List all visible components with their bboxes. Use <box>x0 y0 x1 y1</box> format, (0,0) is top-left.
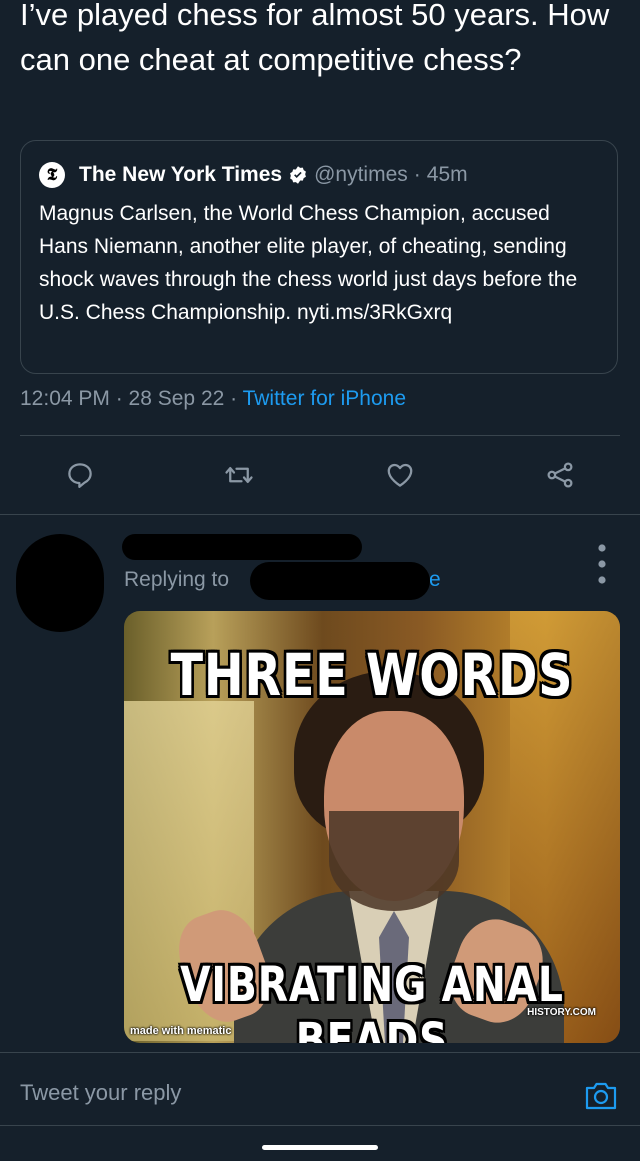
redacted-author-name <box>122 534 362 560</box>
replied-handle[interactable]: e <box>429 568 441 592</box>
meme-top-text: THREE WORDS <box>170 641 574 709</box>
meme-image[interactable]: THREE WORDS VIBRATING ANAL BEADS HISTORY… <box>124 611 620 1043</box>
quoted-tweet-card[interactable]: 𝕿 The New York Times @nytimes · 45m Magn… <box>20 140 618 374</box>
replying-to-label: Replying to <box>124 568 230 591</box>
share-icon <box>547 462 573 488</box>
replying-to-line: Replying to e <box>124 568 441 592</box>
reply-tweet[interactable]: Replying to e THREE WORDS VIBRATING ANAL… <box>0 518 640 1048</box>
verified-badge-icon <box>290 166 307 184</box>
tweet-text: I’ve played chess for almost 50 years. H… <box>20 0 610 77</box>
meme-watermark: HISTORY.COM <box>527 1007 596 1018</box>
quoted-author-name[interactable]: The New York Times <box>79 163 282 187</box>
quoted-timestamp[interactable]: 45m <box>427 163 468 187</box>
quoted-handle[interactable]: @nytimes <box>314 163 408 187</box>
share-button[interactable] <box>539 454 581 496</box>
reply-icon <box>68 463 92 488</box>
redacted-avatar <box>16 534 104 632</box>
divider <box>0 1125 640 1126</box>
separator-dot: · <box>413 163 421 186</box>
redacted-replied-handle <box>250 562 430 600</box>
tweet-source-link[interactable]: Twitter for iPhone <box>243 387 406 410</box>
like-button[interactable] <box>379 454 421 496</box>
retweet-button[interactable] <box>218 454 260 496</box>
quoted-tweet-body: Magnus Carlsen, the World Chess Champion… <box>39 202 578 324</box>
camera-icon[interactable] <box>584 1079 618 1111</box>
divider <box>0 514 640 515</box>
reply-input[interactable]: Tweet your reply <box>20 1080 181 1106</box>
nyt-logo-icon[interactable]: 𝕿 <box>39 162 65 188</box>
quoted-tweet-header: 𝕿 The New York Times @nytimes · 45m <box>39 160 468 190</box>
meme-credit: made with mematic <box>130 1025 232 1037</box>
more-options-icon[interactable] <box>592 542 612 586</box>
divider <box>0 1052 640 1053</box>
reply-button[interactable] <box>59 454 101 496</box>
home-indicator[interactable] <box>262 1145 378 1150</box>
divider <box>20 435 620 436</box>
heart-icon <box>387 463 413 487</box>
retweet-icon <box>225 467 253 483</box>
tweet-action-bar <box>0 454 640 496</box>
tweet-metadata: 12:04 PM · 28 Sep 22 · Twitter for iPhon… <box>20 387 406 411</box>
tweet-timestamp[interactable]: 12:04 PM · 28 Sep 22 · <box>20 387 243 410</box>
